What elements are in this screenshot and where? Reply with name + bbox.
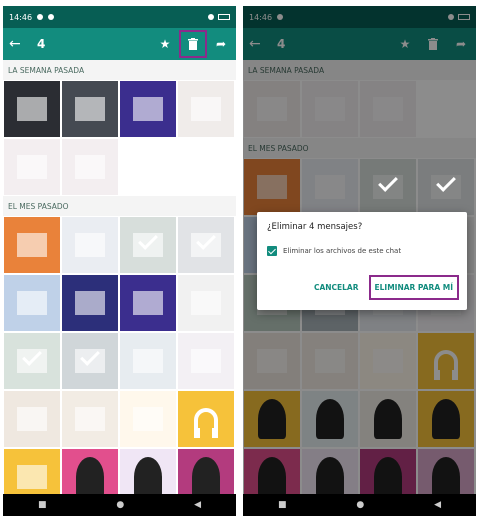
home-icon[interactable]: ● — [356, 500, 364, 510]
checkbox-label: Eliminar los archivos de este chat — [283, 247, 402, 255]
check-icon — [196, 230, 216, 250]
media-thumbnail[interactable] — [62, 217, 118, 273]
back-nav-icon[interactable]: ◀ — [194, 500, 201, 510]
media-thumbnail[interactable] — [178, 217, 234, 273]
media-grid — [3, 216, 236, 494]
home-icon[interactable]: ● — [116, 500, 124, 510]
media-thumbnail[interactable] — [178, 391, 234, 447]
silhouette-icon — [134, 457, 162, 494]
battery-icon — [218, 14, 230, 20]
media-thumbnail[interactable] — [178, 449, 234, 494]
dialog-title: ¿Eliminar 4 mensajes? — [267, 222, 363, 232]
thumbnail-content — [75, 407, 105, 431]
media-thumbnail[interactable] — [4, 333, 60, 389]
system-nav-bar: ■ ● ◀ — [3, 494, 236, 516]
media-thumbnail[interactable] — [178, 81, 234, 137]
thumbnail-content — [75, 291, 105, 315]
media-thumbnail[interactable] — [178, 333, 234, 389]
media-thumbnail[interactable] — [4, 81, 60, 137]
media-thumbnail[interactable] — [4, 391, 60, 447]
section-header: EL MES PASADO — [3, 196, 236, 216]
media-thumbnail[interactable] — [4, 275, 60, 331]
media-thumbnail[interactable] — [62, 391, 118, 447]
notification-icon — [37, 14, 44, 20]
selected-count: 4 — [37, 37, 46, 51]
media-thumbnail[interactable] — [62, 333, 118, 389]
forward-icon[interactable]: ➦ — [212, 35, 230, 53]
status-bar: 14:46 — [3, 6, 236, 28]
media-thumbnail[interactable] — [120, 449, 176, 494]
thumbnail-content — [191, 291, 221, 315]
delete-trash-icon[interactable] — [179, 30, 207, 58]
thumbnail-content — [191, 349, 221, 373]
check-icon — [138, 230, 158, 250]
media-thumbnail[interactable] — [4, 449, 60, 494]
media-thumbnail[interactable] — [4, 139, 60, 195]
delete-for-me-button[interactable]: ELIMINAR PARA MÍ — [368, 275, 459, 300]
media-thumbnail[interactable] — [120, 333, 176, 389]
phone-screen-right: 14:46 ← 4 ★ ➦ LA SEMANA PASADA EL MES PAS… — [243, 6, 476, 516]
cancel-button[interactable]: CANCELAR — [310, 277, 363, 298]
thumbnail-content — [17, 291, 47, 315]
thumbnail-content — [17, 465, 47, 489]
signal-icon — [208, 14, 214, 20]
media-thumbnail[interactable] — [62, 139, 118, 195]
star-icon[interactable]: ★ — [156, 35, 174, 53]
phone-screen-left: 14:46 ← 4 ★ ➦ LA SEMANA PASADA EL MES PAS… — [3, 6, 236, 516]
back-nav-icon[interactable]: ◀ — [434, 500, 441, 510]
media-thumbnail[interactable] — [4, 217, 60, 273]
recents-icon[interactable]: ■ — [278, 500, 287, 510]
thumbnail-content — [133, 349, 163, 373]
thumbnail-content — [133, 97, 163, 121]
status-time: 14:46 — [9, 12, 33, 22]
delete-dialog: ¿Eliminar 4 mensajes? Eliminar los archi… — [257, 212, 467, 310]
selection-toolbar: ← 4 ★ ➦ — [3, 28, 236, 60]
checkbox-checked-icon[interactable] — [267, 246, 277, 256]
media-thumbnail[interactable] — [178, 275, 234, 331]
thumbnail-content — [191, 97, 221, 121]
media-gallery: LA SEMANA PASADA EL MES PASADO — [3, 60, 236, 494]
back-arrow-icon[interactable]: ← — [9, 36, 29, 52]
media-thumbnail[interactable] — [120, 391, 176, 447]
thumbnail-content — [17, 407, 47, 431]
headphones-icon — [194, 408, 218, 438]
thumbnail-content — [17, 233, 47, 257]
silhouette-icon — [76, 457, 104, 494]
thumbnail-content — [75, 155, 105, 179]
thumbnail-content — [17, 97, 47, 121]
check-icon — [80, 346, 100, 366]
thumbnail-content — [75, 97, 105, 121]
thumbnail-content — [75, 233, 105, 257]
media-grid — [3, 80, 236, 196]
section-header: LA SEMANA PASADA — [3, 60, 236, 80]
media-thumbnail[interactable] — [62, 81, 118, 137]
media-thumbnail[interactable] — [120, 81, 176, 137]
thumbnail-content — [17, 155, 47, 179]
media-thumbnail[interactable] — [62, 449, 118, 494]
silhouette-icon — [192, 457, 220, 494]
thumbnail-content — [133, 407, 163, 431]
system-nav-bar: ■ ● ◀ — [243, 494, 476, 516]
delete-files-option[interactable]: Eliminar los archivos de este chat — [267, 246, 457, 256]
recents-icon[interactable]: ■ — [38, 500, 47, 510]
media-thumbnail[interactable] — [62, 275, 118, 331]
thumbnail-content — [133, 291, 163, 315]
check-icon — [22, 346, 42, 366]
media-thumbnail[interactable] — [120, 217, 176, 273]
notification-icon — [48, 14, 55, 20]
media-thumbnail[interactable] — [120, 275, 176, 331]
